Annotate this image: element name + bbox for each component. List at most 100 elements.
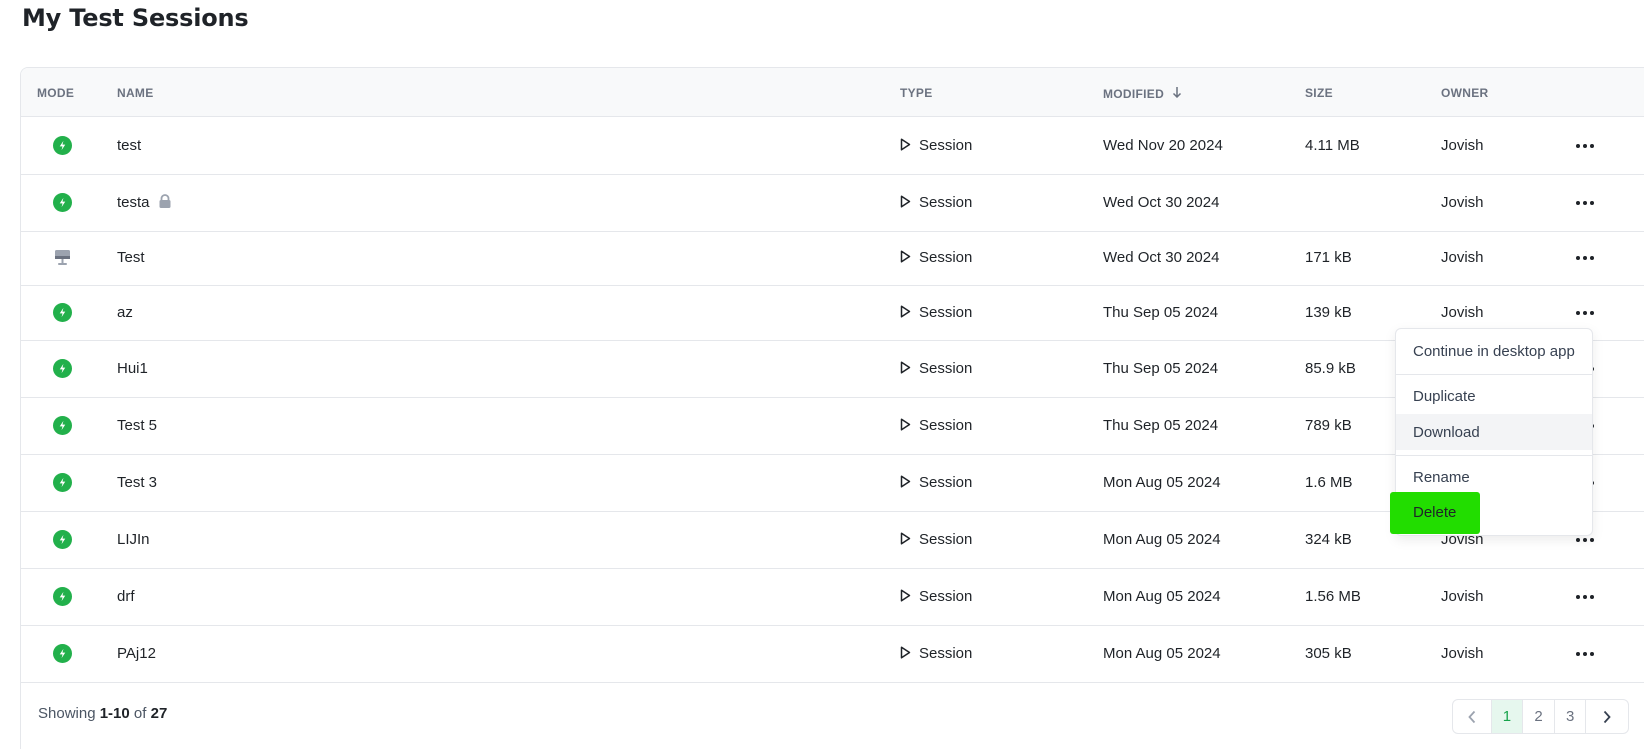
session-type: Session [919, 193, 973, 211]
bolt-icon [53, 135, 72, 155]
play-icon [900, 588, 911, 606]
session-name[interactable]: az [117, 304, 133, 321]
bolt-icon [53, 643, 72, 663]
bolt-icon [53, 472, 72, 492]
session-size: 1.6 MB [1305, 473, 1353, 491]
session-size: 305 kB [1305, 644, 1352, 662]
page-title: My Test Sessions [22, 4, 249, 32]
session-owner: Jovish [1441, 303, 1484, 321]
session-size: 324 kB [1305, 530, 1352, 548]
session-name-cell[interactable]: Test [117, 249, 145, 266]
session-type-cell: Session [900, 588, 972, 606]
session-name-cell[interactable]: Test 5 [117, 417, 157, 434]
session-modified: Thu Sep 05 2024 [1103, 359, 1219, 377]
session-modified: Mon Aug 05 2024 [1103, 644, 1221, 662]
session-modified: Thu Sep 05 2024 [1103, 416, 1219, 434]
menu-item-rename[interactable]: Rename [1396, 459, 1592, 495]
session-type-cell: Session [900, 194, 972, 212]
column-header-size[interactable]: SIZE [1305, 86, 1333, 100]
session-name-cell[interactable]: LIJIn [117, 531, 150, 548]
column-header-type[interactable]: TYPE [900, 86, 933, 100]
table-row[interactable]: testa Session Wed Oct 30 2024 Jovish [21, 174, 1644, 232]
session-modified: Mon Aug 05 2024 [1103, 587, 1221, 605]
session-name-cell[interactable]: az [117, 304, 133, 321]
table-row[interactable]: test Session Wed Nov 20 2024 4.11 MB Jovish [21, 117, 1644, 175]
total-count: 27 [150, 705, 168, 722]
next-page-button[interactable] [1586, 700, 1628, 733]
session-name[interactable]: testa [117, 194, 150, 211]
of-label: of [133, 705, 147, 722]
table-header: MODE NAME TYPE MODIFIED SIZE OWNER [21, 68, 1644, 117]
session-name[interactable]: test [117, 137, 141, 154]
play-icon [900, 250, 911, 267]
session-type: Session [919, 303, 973, 321]
session-name-cell[interactable]: testa [117, 194, 172, 213]
desktop-icon [53, 248, 72, 267]
menu-divider [1396, 374, 1592, 375]
session-name[interactable]: Test [117, 249, 145, 266]
session-owner: Jovish [1441, 249, 1484, 266]
bolt-icon [53, 358, 72, 378]
session-modified: Mon Aug 05 2024 [1103, 473, 1221, 491]
session-name-cell[interactable]: test [117, 137, 141, 154]
session-name[interactable]: Hui1 [117, 360, 148, 377]
session-type-cell: Session [900, 137, 972, 155]
page-2-button[interactable]: 2 [1523, 700, 1555, 733]
session-type-cell: Session [900, 531, 972, 549]
session-owner: Jovish [1441, 136, 1484, 154]
menu-item-continue-desktop[interactable]: Continue in desktop app [1396, 333, 1592, 369]
page-3-button[interactable]: 3 [1555, 700, 1587, 733]
table-row[interactable]: PAj12 Session Mon Aug 05 2024 305 kB Jovish [21, 625, 1644, 683]
bolt-icon [53, 192, 72, 212]
menu-item-delete[interactable]: Delete [1413, 504, 1456, 521]
more-options-button[interactable] [1573, 248, 1597, 268]
bolt-icon [53, 586, 72, 606]
play-icon [900, 531, 911, 549]
session-name[interactable]: drf [117, 588, 135, 605]
bolt-icon [53, 529, 72, 549]
session-size: 171 kB [1305, 249, 1352, 266]
session-type-cell: Session [900, 249, 972, 267]
session-name-cell[interactable]: drf [117, 588, 135, 605]
page-1-button[interactable]: 1 [1491, 700, 1524, 733]
session-type-cell: Session [900, 360, 972, 378]
column-header-name[interactable]: NAME [117, 86, 154, 100]
arrow-down-icon [1172, 86, 1182, 101]
session-type: Session [919, 416, 973, 434]
session-name[interactable]: PAj12 [117, 645, 156, 662]
session-modified: Mon Aug 05 2024 [1103, 530, 1221, 548]
table-row[interactable]: drf Session Mon Aug 05 2024 1.56 MB Jovish [21, 568, 1644, 626]
more-options-button[interactable] [1573, 193, 1597, 213]
session-name[interactable]: Test 5 [117, 417, 157, 434]
session-name[interactable]: LIJIn [117, 531, 150, 548]
session-type: Session [919, 136, 973, 154]
showing-label: Showing [38, 705, 96, 722]
column-header-owner[interactable]: OWNER [1441, 86, 1489, 100]
menu-divider [1396, 455, 1592, 456]
play-icon [900, 474, 911, 492]
column-header-modified[interactable]: MODIFIED [1103, 86, 1182, 101]
session-owner: Jovish [1441, 587, 1484, 605]
menu-item-duplicate[interactable]: Duplicate [1396, 378, 1592, 414]
more-options-button[interactable] [1573, 587, 1597, 607]
bolt-icon [53, 302, 72, 322]
session-name-cell[interactable]: Hui1 [117, 360, 148, 377]
prev-page-button[interactable] [1453, 700, 1492, 733]
pagination-summary: Showing 1-10 of 27 [38, 705, 167, 722]
more-options-button[interactable] [1573, 644, 1597, 664]
column-header-modified-label: MODIFIED [1103, 87, 1165, 101]
menu-item-download[interactable]: Download [1396, 414, 1592, 450]
more-options-button[interactable] [1573, 303, 1597, 323]
session-name-cell[interactable]: Test 3 [117, 474, 157, 491]
table-row[interactable]: Test Session Wed Oct 30 2024 171 kB Jovish [21, 231, 1644, 286]
session-size: 85.9 kB [1305, 359, 1356, 377]
more-options-button[interactable] [1573, 136, 1597, 156]
session-owner: Jovish [1441, 644, 1484, 662]
play-icon [900, 360, 911, 378]
play-icon [900, 417, 911, 435]
lock-icon [158, 193, 172, 213]
session-name[interactable]: Test 3 [117, 474, 157, 491]
play-icon [900, 645, 911, 663]
session-name-cell[interactable]: PAj12 [117, 645, 156, 662]
session-type: Session [919, 530, 973, 548]
